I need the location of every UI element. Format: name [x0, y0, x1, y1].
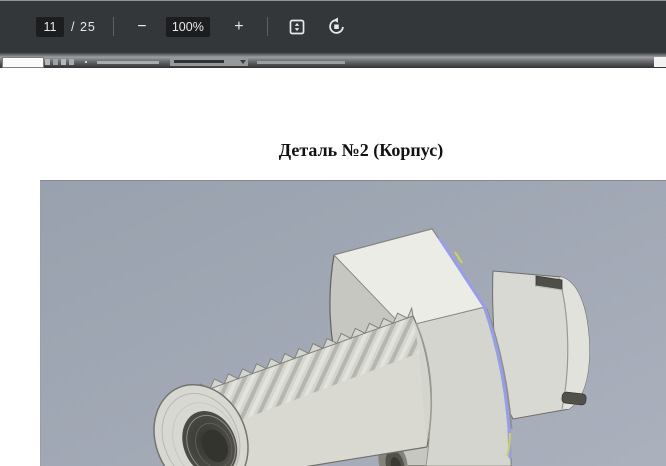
document-title: Деталь №2 (Корпус) [278, 140, 444, 160]
rotate-counterclockwise-icon [327, 17, 346, 36]
mini-dot [85, 61, 87, 63]
mini-dropdown-text [174, 60, 224, 63]
cad-render-3d-part [41, 181, 666, 466]
fit-to-page-button[interactable] [285, 15, 309, 39]
zoom-out-button[interactable]: − [131, 16, 153, 38]
fit-to-page-icon [288, 18, 306, 36]
cad-figure [40, 180, 666, 466]
toolbar-controls: 11 / 25 − 100% + [36, 15, 349, 39]
zoom-in-button[interactable]: + [228, 16, 250, 38]
pdf-page: Деталь №2 (Корпус) [0, 68, 666, 466]
mini-dropdown-arrow [240, 60, 246, 64]
page-content: Деталь №2 (Корпус) [40, 139, 666, 466]
mini-icon [69, 59, 74, 65]
side-slot [561, 391, 587, 406]
embedded-screenshot-strip [0, 57, 666, 68]
mini-corner-box [654, 57, 666, 67]
zoom-level-input[interactable]: 100% [165, 16, 210, 37]
mini-icon [53, 59, 58, 65]
mini-text-block [97, 61, 159, 64]
mini-icon [45, 59, 50, 65]
toolbar-divider [266, 17, 268, 36]
toolbar-divider [112, 17, 114, 36]
page-number-input[interactable]: 11 [36, 16, 64, 37]
mini-icon [61, 59, 66, 65]
page-count-label: / 25 [71, 19, 96, 34]
pdf-toolbar: 11 / 25 − 100% + [0, 0, 666, 52]
mini-text-block [257, 61, 345, 64]
mini-input-box [2, 57, 44, 68]
rotate-button[interactable] [325, 15, 349, 39]
